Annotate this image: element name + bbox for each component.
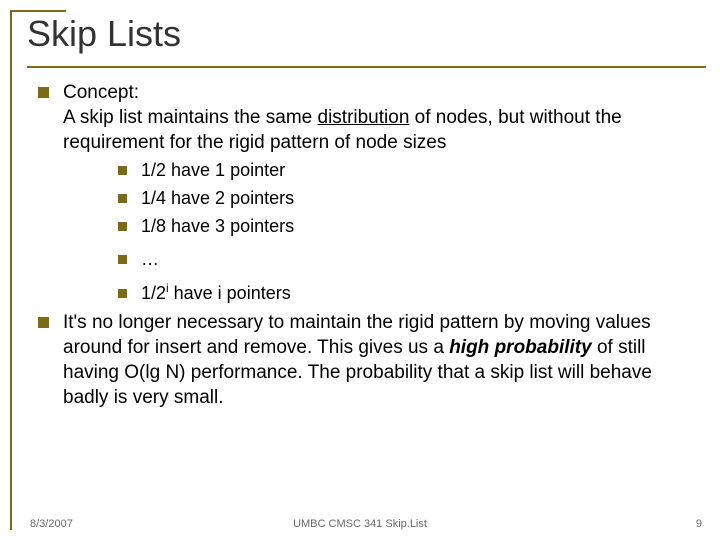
slide: Skip Lists Concept: A skip list maintain… bbox=[0, 0, 720, 540]
bullet-no-longer: It's no longer necessary to maintain the… bbox=[38, 310, 698, 410]
bullet-text: It's no longer necessary to maintain the… bbox=[63, 310, 698, 410]
rule-top bbox=[10, 10, 66, 12]
concept-desc-pre: A skip list maintains the same bbox=[63, 107, 318, 128]
slide-body: Concept: A skip list maintains the same … bbox=[38, 80, 698, 410]
sub-bullet-text: 1/2i have i pointers bbox=[141, 282, 698, 306]
sub-bullet-text: … bbox=[141, 248, 698, 272]
slide-title: Skip Lists bbox=[27, 14, 181, 54]
sub-bullet: 1/8 have 3 pointers bbox=[118, 215, 698, 239]
sub-bullet-text: 1/2 have 1 pointer bbox=[141, 159, 698, 183]
square-bullet-icon bbox=[38, 317, 49, 328]
sub-bullet-list: 1/2 have 1 pointer 1/4 have 2 pointers 1… bbox=[118, 159, 698, 306]
sub-bullet: 1/2i have i pointers bbox=[118, 282, 698, 306]
sub-bullet-text: 1/8 have 3 pointers bbox=[141, 215, 698, 239]
sub-bullet: 1/2 have 1 pointer bbox=[118, 159, 698, 183]
bullet-concept: Concept: A skip list maintains the same … bbox=[38, 80, 698, 155]
square-bullet-icon bbox=[118, 222, 127, 231]
footer-center: UMBC CMSC 341 Skip.List bbox=[0, 518, 720, 530]
square-bullet-icon bbox=[38, 87, 49, 98]
square-bullet-icon bbox=[118, 194, 127, 203]
frac-pre: 1/2 bbox=[141, 283, 166, 303]
rule-bottom bbox=[27, 66, 706, 68]
rule-left bbox=[10, 10, 12, 530]
sub-bullet: … bbox=[118, 248, 698, 272]
square-bullet-icon bbox=[118, 255, 127, 264]
sub-bullet-text: 1/4 have 2 pointers bbox=[141, 187, 698, 211]
concept-desc-underline: distribution bbox=[318, 107, 410, 128]
frac-post: have i pointers bbox=[169, 283, 291, 303]
sub-bullet: 1/4 have 2 pointers bbox=[118, 187, 698, 211]
square-bullet-icon bbox=[118, 289, 127, 298]
concept-label: Concept: bbox=[63, 82, 139, 103]
footer-page-number: 9 bbox=[696, 518, 702, 530]
square-bullet-icon bbox=[118, 166, 127, 175]
para-emph: high probability bbox=[449, 337, 592, 358]
bullet-text: Concept: A skip list maintains the same … bbox=[63, 80, 698, 155]
